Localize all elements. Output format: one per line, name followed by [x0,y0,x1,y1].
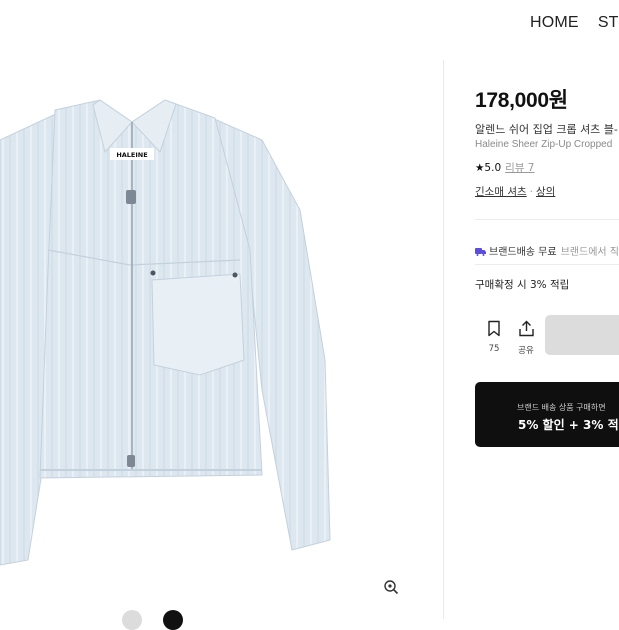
nav-style[interactable]: STY [598,14,619,31]
promo-line-2: 5% 할인 + 3% 적립 [518,418,619,432]
buy-button[interactable] [545,315,619,355]
rating-value: 5.0 [484,162,502,174]
category-link-shirt[interactable]: 긴소매 셔츠 [475,186,527,198]
rating: ★5.0 리뷰 7 [475,160,534,175]
wish-count: 75 [488,344,500,354]
product-title-en: Haleine Sheer Zip-Up Cropped [475,139,613,150]
panel-divider [443,60,444,619]
wish-button[interactable]: 75 [483,320,505,354]
review-link[interactable]: 리뷰 7 [505,162,534,174]
category-separator: · [529,186,533,198]
brand-tag: HALEINE [116,151,147,159]
points-info: 구매확정 시 3% 적립 [475,279,570,291]
star-icon: ★ [475,162,485,174]
bookmark-icon [488,320,500,337]
shirt-illustration: HALEINE [0,99,331,566]
divider [475,219,619,220]
zoom-icon[interactable] [382,578,400,596]
product-price: 178,000원 [475,89,568,112]
top-nav: HOME STY [530,14,619,32]
shipping-info: 브랜드배송 무료 브랜드에서 직 [475,243,619,258]
category-breadcrumb: 긴소매 셔츠 · 상의 [475,184,555,199]
nav-home[interactable]: HOME [530,14,579,31]
share-button[interactable]: 공유 [514,320,538,356]
divider [475,264,619,265]
share-label: 공유 [518,346,534,356]
thumbnail-1[interactable] [122,610,142,630]
promo-banner[interactable]: 브랜드 배송 상품 구매하면 5% 할인 + 3% 적립 [475,382,619,447]
thumbnail-2[interactable] [163,610,183,630]
category-link-top[interactable]: 상의 [536,186,555,198]
share-icon [518,320,534,337]
shipping-free: 브랜드배송 무료 [489,247,557,258]
promo-line-1: 브랜드 배송 상품 구매하면 [517,403,606,412]
truck-icon [475,248,486,256]
shipping-more[interactable]: 브랜드에서 직 [561,247,619,258]
product-image: HALEINE [0,60,443,619]
product-title-ko: 알렌느 쉬어 집업 크롭 셔츠 블- [475,123,618,136]
